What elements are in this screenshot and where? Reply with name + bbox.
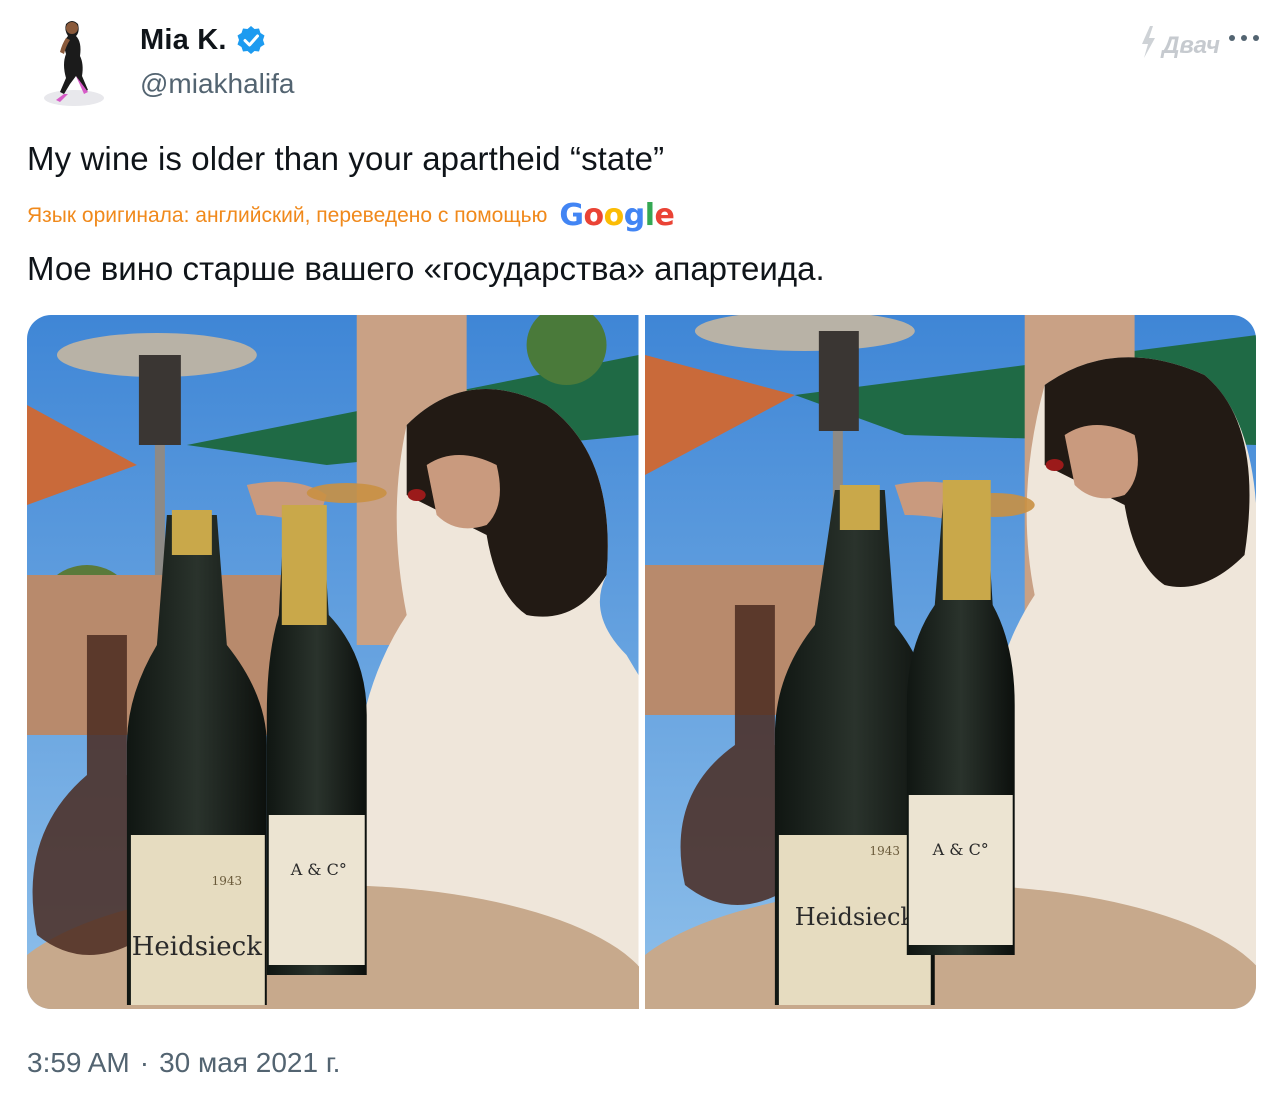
photo-1[interactable]: Heidsieck 1943 A & C°: [27, 315, 639, 1009]
bottle-3-brand: Heidsieck: [794, 903, 915, 931]
timestamp-time[interactable]: 3:59 AM: [27, 1047, 130, 1079]
verified-badge-icon: [235, 25, 267, 57]
timestamp-date[interactable]: 30 мая 2021 г.: [159, 1047, 340, 1079]
media-grid: Heidsieck 1943 A & C° Heidsieck 1943 A &…: [27, 315, 1256, 1009]
translated-text: Мое вино старше вашего «государства» апа…: [27, 250, 825, 287]
watermark-text: Двач: [1162, 31, 1220, 59]
tweet-text: My wine is older than your apartheid “st…: [27, 140, 665, 177]
bottle-3-year: 1943: [869, 844, 899, 858]
translation-note: Язык оригинала: английский, переведено с…: [27, 198, 675, 233]
timestamp-row[interactable]: 3:59 AM · 30 мая 2021 г.: [27, 1047, 340, 1079]
photo-2[interactable]: Heidsieck 1943 A & C°: [644, 315, 1256, 1009]
bottle-2-label: A & C°: [290, 860, 347, 879]
watermark: Двач: [1138, 24, 1220, 67]
google-logo: Google: [559, 198, 675, 233]
translation-label: Язык оригинала: английский, переведено с…: [27, 203, 548, 227]
display-name[interactable]: Mia K.: [140, 24, 227, 57]
bottle-1-year: 1943: [212, 874, 242, 888]
tweet-card: Mia K. @miakhalifa Двач My wine is older…: [0, 0, 1280, 1117]
author-handle[interactable]: @miakhalifa: [140, 68, 294, 100]
bottle-1-brand: Heidsieck: [132, 932, 262, 962]
avatar[interactable]: [26, 14, 122, 110]
more-options-icon[interactable]: [1224, 28, 1264, 48]
bottle-4-label: A & C°: [931, 840, 988, 859]
lightning-watermark-icon: [1138, 24, 1158, 67]
timestamp-separator: ·: [139, 1047, 150, 1078]
author-name-row[interactable]: Mia K.: [140, 24, 267, 57]
